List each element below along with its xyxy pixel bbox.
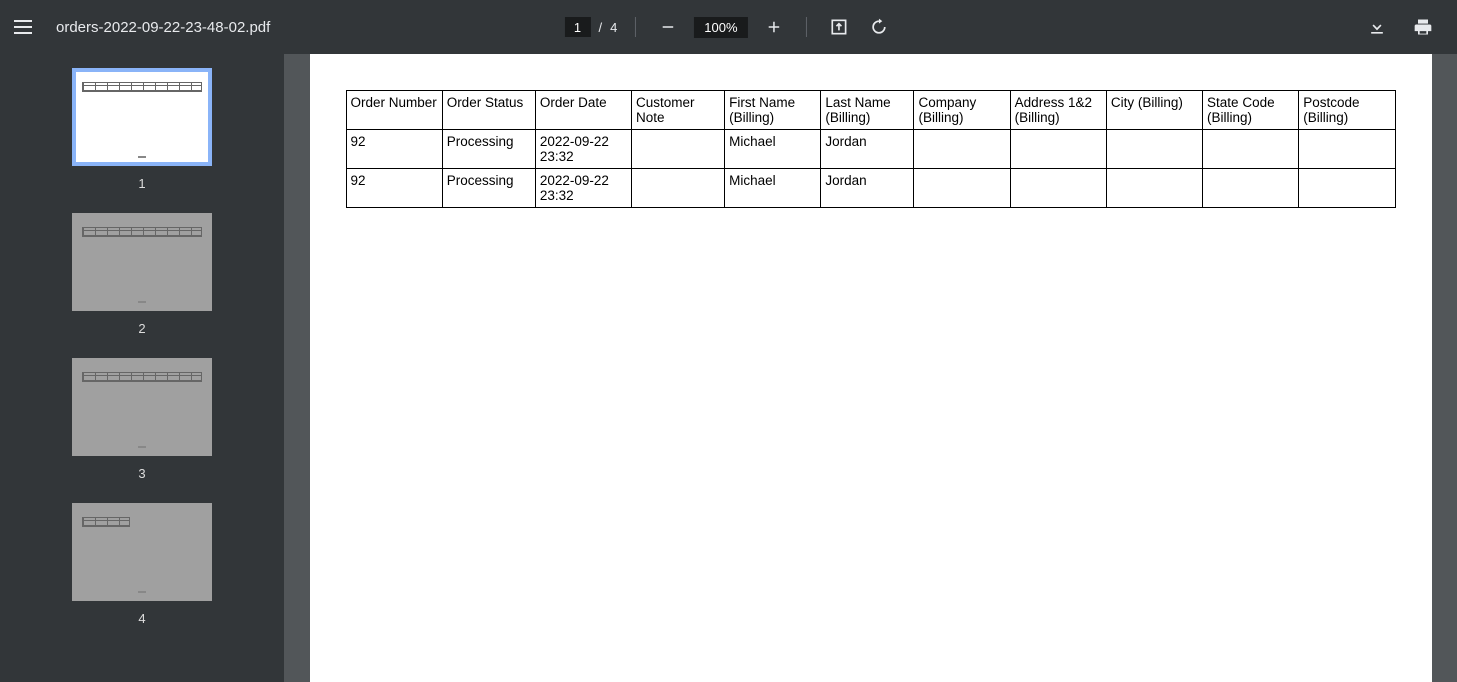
table-cell: 92 [346,169,442,208]
table-cell [914,130,1010,169]
toolbar-center: / 4 100% [564,13,892,41]
pdf-page: Order NumberOrder StatusOrder DateCustom… [310,54,1432,682]
page-thumbnail[interactable] [72,503,212,601]
document-viewport[interactable]: Order NumberOrder StatusOrder DateCustom… [284,54,1457,682]
table-cell [1203,130,1299,169]
thumbnail-number: 2 [138,321,145,336]
table-cell: Michael [725,169,821,208]
table-header-cell: Order Number [346,91,442,130]
zoom-level[interactable]: 100% [694,17,747,38]
table-header-cell: Address 1&2 (Billing) [1010,91,1106,130]
table-header-cell: Last Name (Billing) [821,91,914,130]
page-thumbnail[interactable] [72,213,212,311]
table-cell: Michael [725,130,821,169]
page-nav: / 4 [564,17,617,37]
print-button[interactable] [1409,13,1437,41]
table-header-cell: Postcode (Billing) [1299,91,1395,130]
toolbar: orders-2022-09-22-23-48-02.pdf / 4 100% [0,0,1457,54]
table-header-cell: City (Billing) [1106,91,1202,130]
total-pages: 4 [610,20,617,35]
thumbnail-footer-icon [138,156,146,158]
table-header-cell: Order Status [442,91,535,130]
table-cell: Processing [442,169,535,208]
page-thumbnail[interactable] [72,68,212,166]
table-header-cell: Customer Note [632,91,725,130]
fit-page-button[interactable] [825,13,853,41]
table-header-cell: Company (Billing) [914,91,1010,130]
table-header-cell: First Name (Billing) [725,91,821,130]
table-header-cell: State Code (Billing) [1203,91,1299,130]
table-row: 92Processing2022-09-22 23:32 MichaelJorda… [346,130,1395,169]
table-cell: Processing [442,130,535,169]
thumbnail-content-icon [82,227,202,237]
table-cell [1010,169,1106,208]
table-cell [914,169,1010,208]
file-title: orders-2022-09-22-23-48-02.pdf [56,19,270,36]
table-cell [1106,169,1202,208]
table-cell [632,130,725,169]
thumbnail-content-icon [82,372,202,382]
table-cell: 92 [346,130,442,169]
rotate-button[interactable] [865,13,893,41]
thumbnail-wrap: 2 [72,213,212,336]
thumbnail-content-icon [82,517,130,527]
table-cell [1299,130,1395,169]
thumbnail-wrap: 4 [72,503,212,626]
menu-icon[interactable] [14,15,38,39]
table-cell [1203,169,1299,208]
zoom-out-button[interactable] [654,13,682,41]
thumbnail-number: 4 [138,611,145,626]
body: 1234 Order NumberOrder StatusOrder DateC… [0,54,1457,682]
zoom-in-button[interactable] [760,13,788,41]
thumbnail-footer-icon [138,446,146,448]
thumbnail-number: 1 [138,176,145,191]
table-cell [632,169,725,208]
thumbnail-sidebar[interactable]: 1 2 3 4 [0,54,284,682]
table-cell [1299,169,1395,208]
thumbnail-wrap: 3 [72,358,212,481]
thumbnail-wrap: 1 [72,68,212,191]
table-row: 92Processing2022-09-22 23:32 MichaelJorda… [346,169,1395,208]
table-cell: Jordan [821,169,914,208]
table-header-cell: Order Date [535,91,631,130]
toolbar-left: orders-2022-09-22-23-48-02.pdf [0,15,270,39]
thumbnail-footer-icon [138,591,146,593]
thumbnail-number: 3 [138,466,145,481]
page-separator: / [598,20,602,35]
toolbar-right [1363,13,1457,41]
download-button[interactable] [1363,13,1391,41]
divider [635,17,636,37]
table-cell: 2022-09-22 23:32 [535,130,631,169]
thumbnail-content-icon [82,82,202,92]
table-cell: Jordan [821,130,914,169]
table-cell [1106,130,1202,169]
thumbnail-footer-icon [138,301,146,303]
divider [806,17,807,37]
current-page-input[interactable] [564,17,590,37]
page-thumbnail[interactable] [72,358,212,456]
table-cell [1010,130,1106,169]
table-cell: 2022-09-22 23:32 [535,169,631,208]
orders-table: Order NumberOrder StatusOrder DateCustom… [346,90,1396,208]
